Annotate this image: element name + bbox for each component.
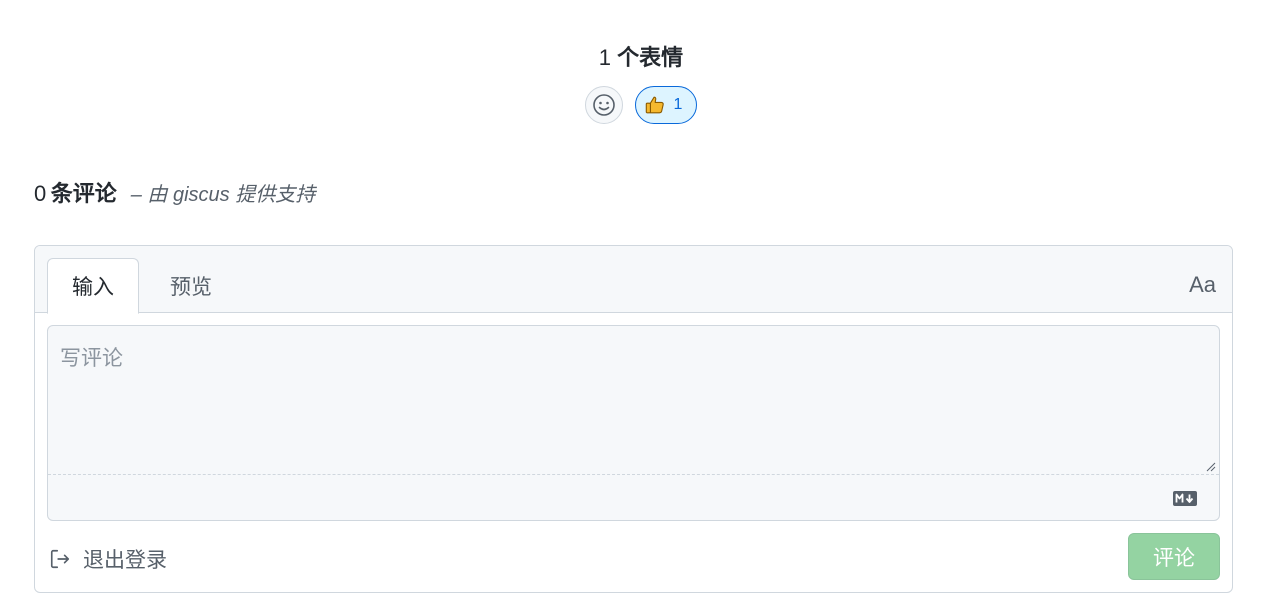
reactions-label: 个表情 (617, 45, 684, 70)
reaction-row: 1 (0, 86, 1282, 124)
signout-label: 退出登录 (83, 549, 167, 572)
smiley-icon (592, 94, 615, 116)
add-reaction-button[interactable] (584, 86, 623, 124)
tab-preview[interactable]: 预览 (145, 258, 237, 314)
comments-label: 条评论 (50, 181, 117, 206)
reaction-thumbs-up-button[interactable]: 1 (634, 86, 698, 124)
signout-button[interactable]: 退出登录 (49, 544, 167, 574)
comments-header: 0 条评论 – 由 giscus 提供支持 (34, 176, 315, 208)
markdown-icon[interactable] (1173, 491, 1197, 506)
sign-out-icon (50, 549, 70, 569)
editor-footer (48, 474, 1219, 520)
font-toggle-button[interactable]: Aa (1189, 272, 1216, 298)
thumbs-up-icon (645, 96, 664, 114)
comments-count: 0 (34, 181, 47, 206)
tab-write[interactable]: 输入 (47, 258, 139, 314)
reactions-header: 1 个表情 (0, 42, 1282, 74)
comment-box: 输入 预览 Aa 退出登录 评论 (34, 245, 1233, 593)
editor-tabbar: 输入 预览 Aa (35, 246, 1232, 314)
resize-handle-icon[interactable] (1206, 462, 1216, 472)
reaction-thumbs-up-count: 1 (673, 96, 683, 113)
comment-editor (47, 325, 1220, 521)
reactions-count: 1 (598, 45, 612, 70)
powered-by-text: – 由 giscus 提供支持 (130, 184, 316, 206)
comment-input[interactable] (48, 326, 1219, 474)
submit-comment-button[interactable]: 评论 (1128, 533, 1220, 580)
